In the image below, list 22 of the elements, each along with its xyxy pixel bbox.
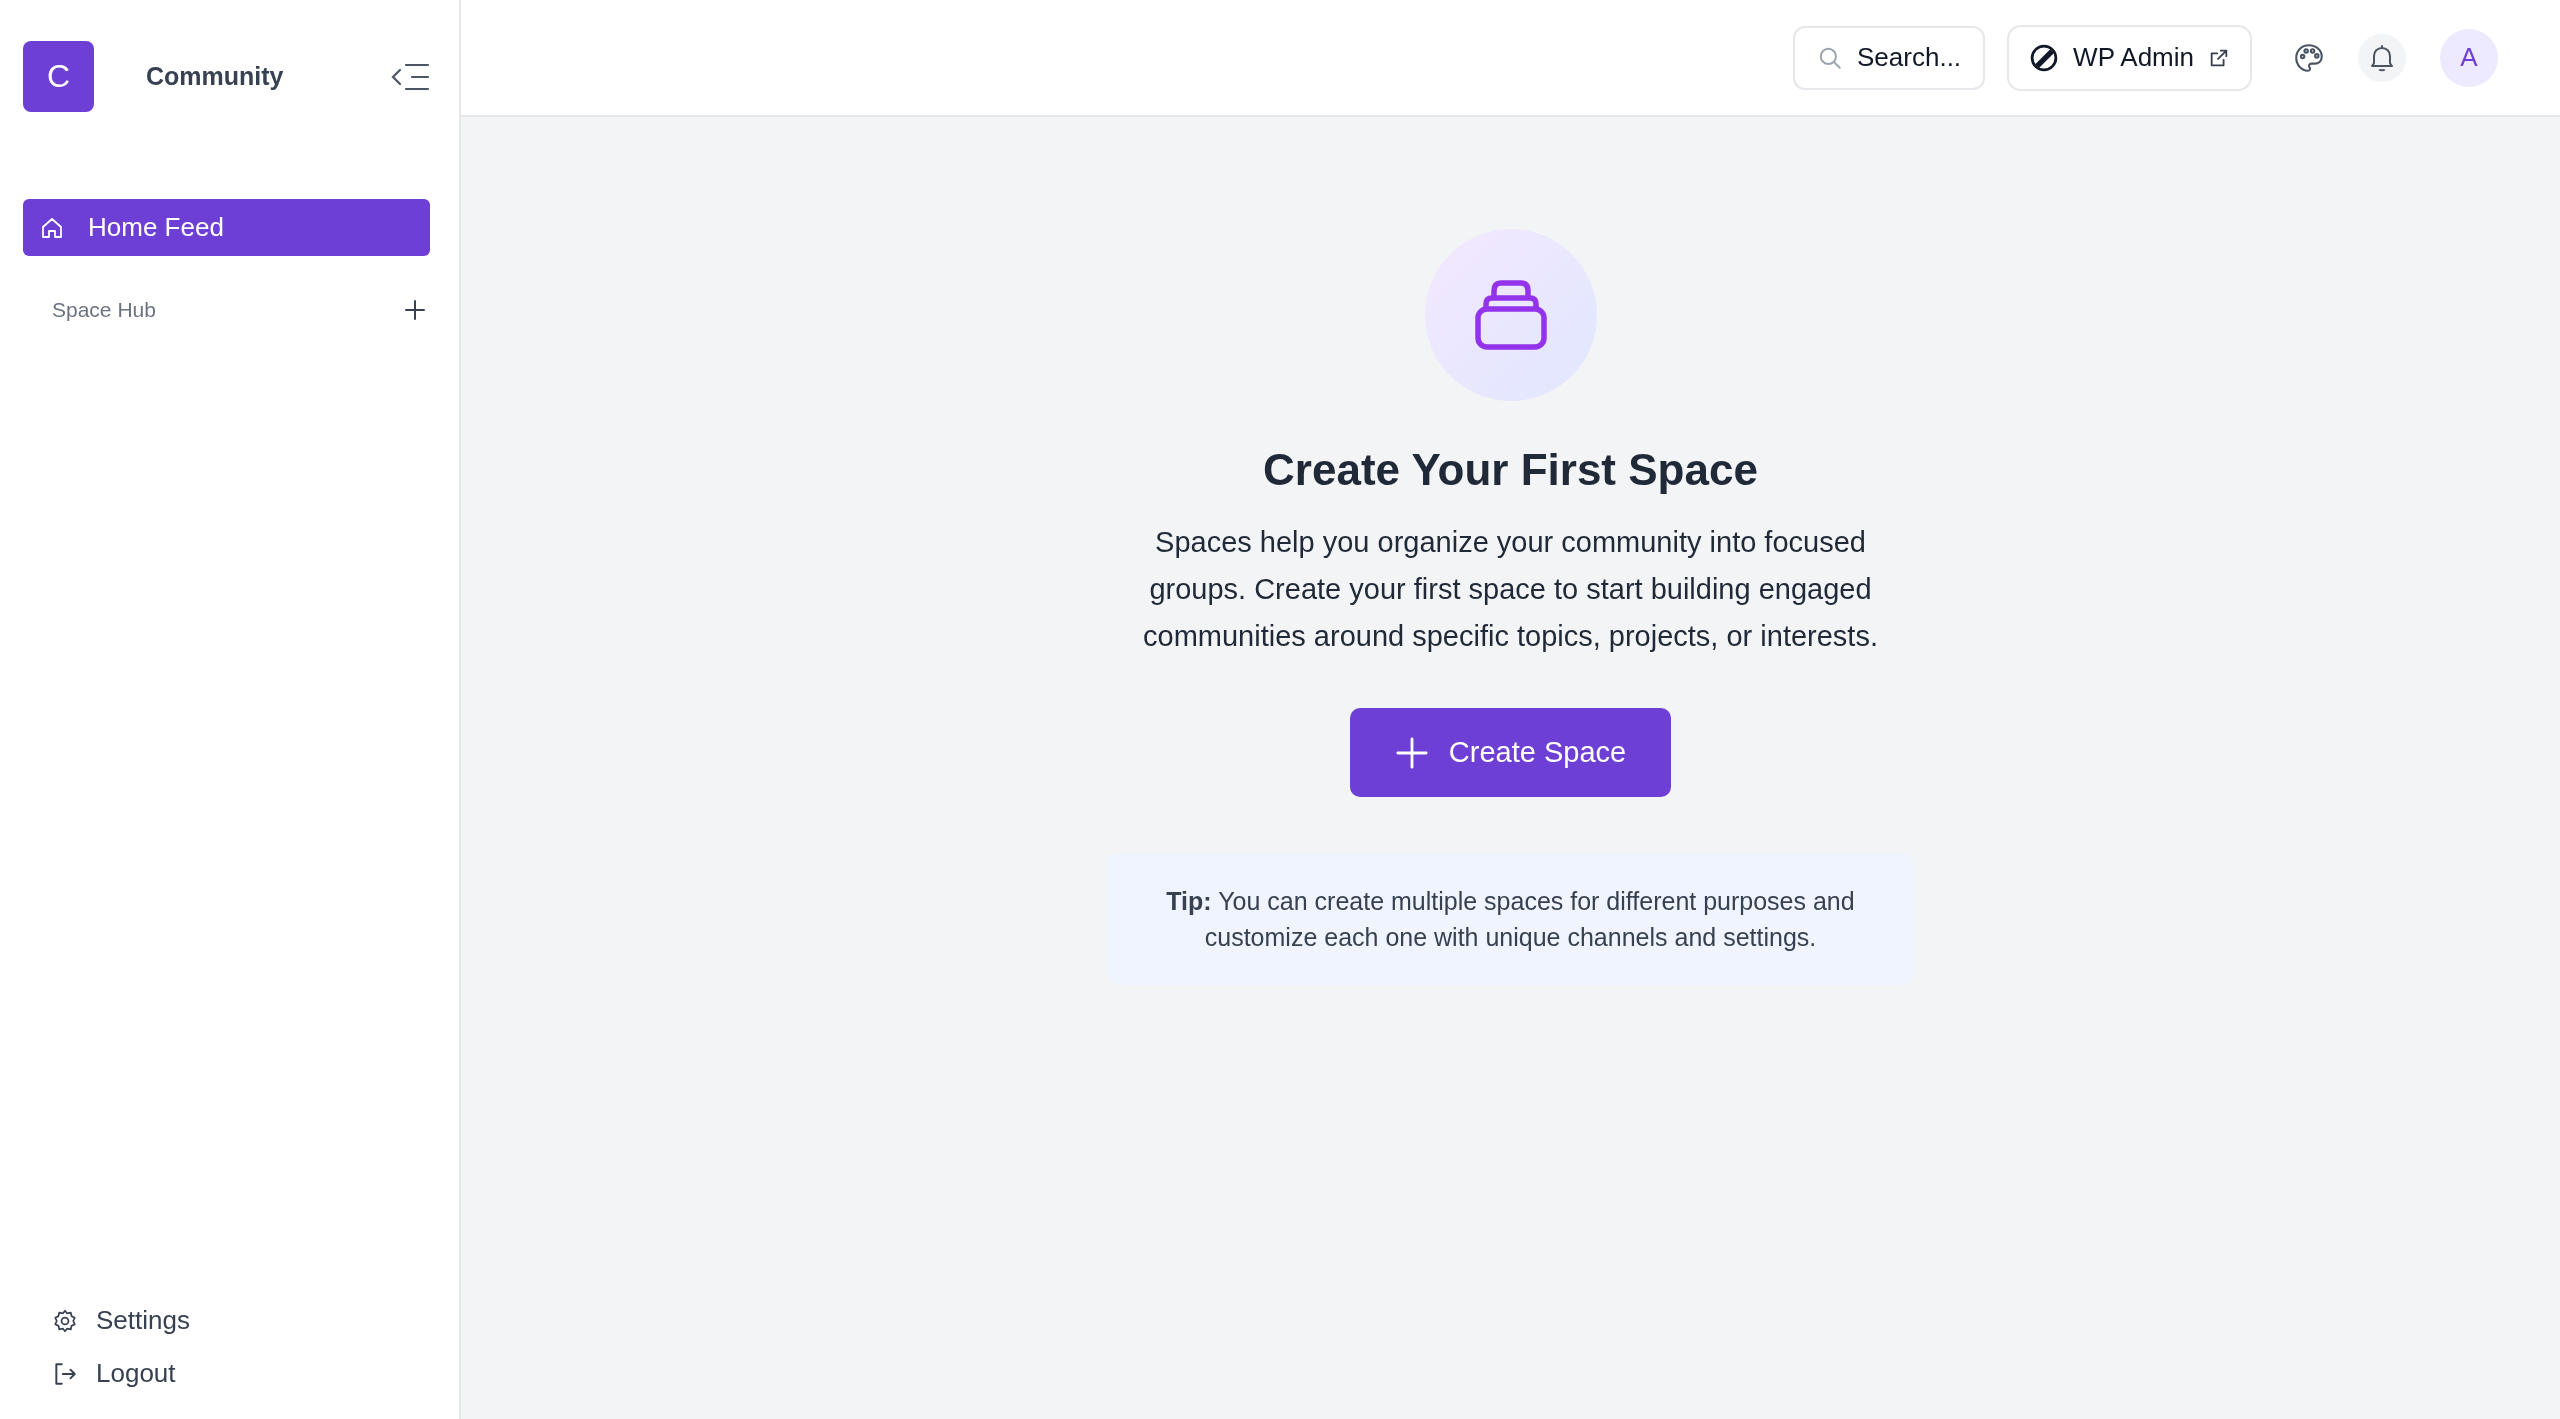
settings-icon bbox=[52, 1307, 78, 1334]
wp-admin-button[interactable]: WP Admin bbox=[2007, 24, 2252, 91]
space-hub-label: Space Hub bbox=[52, 298, 156, 322]
nav-item[interactable]: Home Feed bbox=[23, 199, 430, 256]
stacked-boxes-icon bbox=[1474, 279, 1547, 351]
wordpress-icon bbox=[2029, 42, 2060, 73]
home-icon bbox=[40, 215, 64, 240]
user-avatar[interactable]: A bbox=[2440, 28, 2498, 87]
empty-state-description: Spaces help you organize your community into focused groups. Create your first space to start building engaged communities around specific topics, projects, or interests. bbox=[1142, 525, 1879, 654]
community-logo: C bbox=[23, 41, 94, 112]
sidebar-link[interactable]: Logout bbox=[52, 1358, 430, 1389]
empty-state-title: Create Your First Space bbox=[1263, 445, 1758, 495]
create-space-button[interactable]: Create Space bbox=[1349, 708, 1672, 797]
logout-icon bbox=[52, 1360, 78, 1387]
add-icon[interactable] bbox=[403, 298, 427, 322]
sidebar-link[interactable]: Settings bbox=[52, 1305, 430, 1336]
notifications-button[interactable] bbox=[2358, 33, 2406, 82]
plus-icon bbox=[1394, 735, 1429, 770]
search-button[interactable]: Search... bbox=[1793, 25, 1986, 90]
collapse-sidebar-icon[interactable] bbox=[390, 61, 430, 92]
tip-text: Tip: You can create multiple spaces for different purposes and customize each one with unique channels and settings. bbox=[1166, 887, 1855, 951]
community-name: Community bbox=[146, 62, 285, 91]
